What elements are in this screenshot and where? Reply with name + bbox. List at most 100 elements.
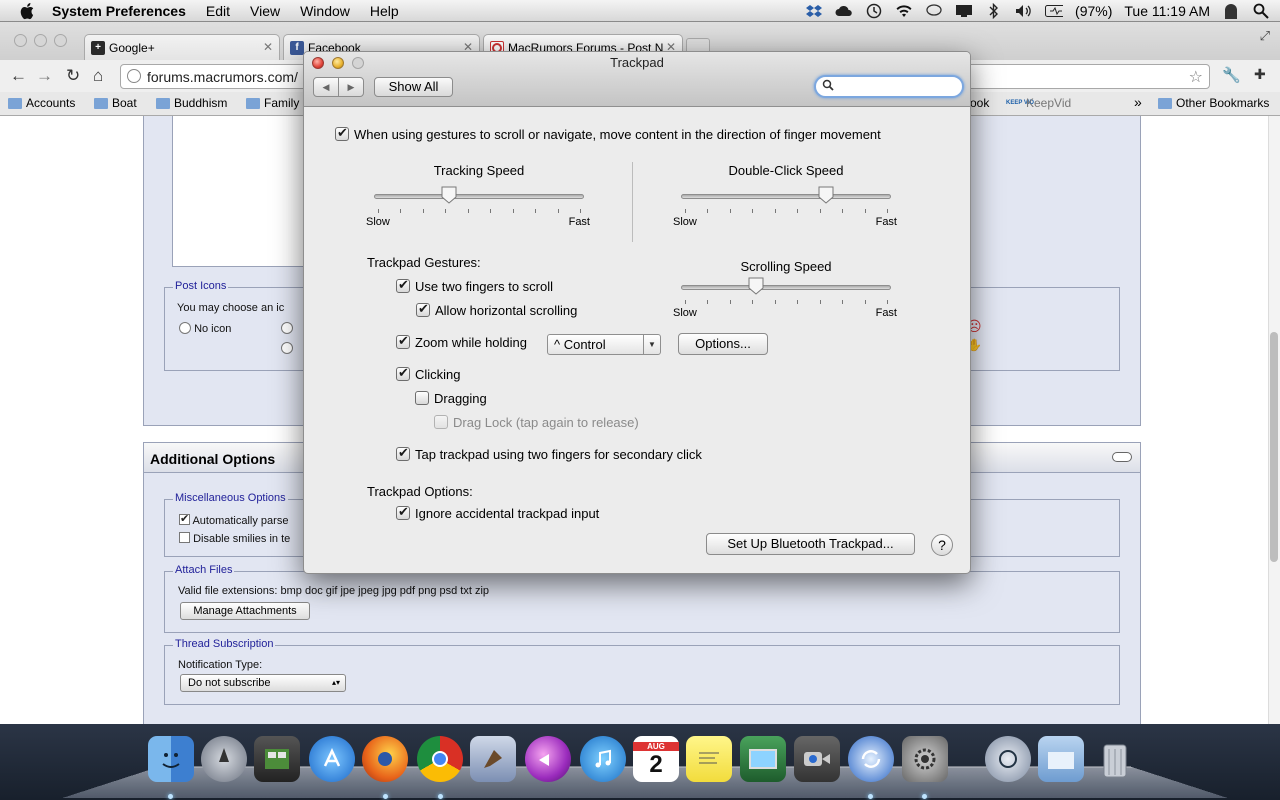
url-text[interactable]: forums.macrumors.com/ — [147, 69, 298, 85]
hootsuite-icon[interactable] — [525, 736, 571, 782]
page-menu-icon[interactable]: ✚ — [1254, 66, 1266, 83]
zoom-modifier-select[interactable]: ^ Control ▼ — [547, 334, 661, 355]
ignore-accidental-checkbox[interactable]: Ignore accidental trackpad input — [396, 504, 599, 521]
forward-icon[interactable]: → — [36, 66, 53, 86]
directory-utility-icon[interactable] — [985, 736, 1031, 782]
display-icon[interactable] — [955, 3, 973, 19]
setup-bluetooth-trackpad-button[interactable]: Set Up Bluetooth Trackpad... — [706, 533, 915, 555]
double-click-speed-slider[interactable]: Slow Fast — [673, 182, 897, 228]
forward-arrow-icon[interactable]: ▶ — [339, 78, 363, 96]
search-input[interactable] — [838, 79, 958, 95]
clock[interactable]: Tue 11:19 AM — [1124, 3, 1210, 19]
slider-knob[interactable] — [818, 186, 834, 204]
bookmarks-overflow[interactable]: » — [1134, 94, 1142, 110]
bookmark-accounts[interactable]: Accounts — [8, 96, 75, 110]
user-icon[interactable] — [1222, 3, 1240, 19]
zoom-options-button[interactable]: Options... — [678, 333, 768, 355]
reload-icon[interactable]: ↻ — [66, 66, 80, 86]
checkbox-icon[interactable] — [416, 301, 430, 317]
search-field[interactable] — [814, 75, 964, 98]
page-scrollbar[interactable] — [1268, 116, 1280, 724]
bookmark-boat[interactable]: Boat — [94, 96, 137, 110]
volume-icon[interactable] — [1015, 3, 1033, 19]
battery-icon[interactable] — [1045, 3, 1064, 19]
tracking-speed-slider[interactable]: Slow Fast — [366, 182, 590, 228]
icon-radio[interactable] — [281, 342, 293, 354]
chrome-icon[interactable] — [417, 736, 463, 782]
slider-track[interactable] — [681, 194, 891, 199]
slider-knob[interactable] — [748, 277, 764, 295]
slider-knob[interactable] — [441, 186, 457, 204]
slider-track[interactable] — [681, 285, 891, 290]
checkbox-icon[interactable] — [179, 532, 190, 543]
star-icon[interactable]: ☆ — [1189, 67, 1203, 87]
home-icon[interactable]: ⌂ — [93, 66, 103, 86]
wrench-icon[interactable]: 🔧 — [1222, 66, 1241, 84]
cloud-icon[interactable] — [835, 3, 853, 19]
expand-icon[interactable]: ⤢ — [1260, 28, 1270, 44]
back-icon[interactable]: ← — [10, 66, 27, 86]
finder-icon[interactable] — [148, 736, 194, 782]
menu-view[interactable]: View — [250, 3, 280, 19]
launchpad-icon[interactable] — [201, 736, 247, 782]
menu-app-name[interactable]: System Preferences — [52, 3, 186, 19]
zoom-holding-checkbox[interactable]: Zoom while holding — [396, 333, 527, 350]
spotlight-icon[interactable] — [1252, 3, 1270, 19]
scrolling-speed-slider[interactable]: Slow Fast — [673, 273, 897, 319]
bluetooth-icon[interactable] — [985, 3, 1003, 19]
two-finger-scroll-checkbox[interactable]: Use two fingers to scroll — [396, 277, 553, 294]
time-machine-icon[interactable] — [865, 3, 883, 19]
tab-google-plus[interactable]: + Google+ ✕ — [84, 34, 280, 60]
close-icon[interactable]: ✕ — [263, 40, 273, 54]
checkbox-icon[interactable] — [415, 391, 429, 405]
mail-stamp-icon[interactable] — [470, 736, 516, 782]
clicking-checkbox[interactable]: Clicking — [396, 365, 461, 382]
itunes-icon[interactable] — [580, 736, 626, 782]
back-forward-control[interactable]: ◀ ▶ — [313, 77, 364, 97]
collapse-icon[interactable] — [1112, 452, 1132, 462]
app-store-icon[interactable] — [309, 736, 355, 782]
menu-help[interactable]: Help — [370, 3, 399, 19]
checkbox-icon[interactable] — [396, 445, 410, 461]
chat-icon[interactable] — [925, 3, 943, 19]
facetime-icon[interactable] — [794, 736, 840, 782]
auto-parse-option[interactable]: Automatically parse — [179, 512, 288, 527]
firefox-icon[interactable] — [362, 736, 408, 782]
trash-icon[interactable] — [1092, 736, 1138, 782]
show-all-button[interactable]: Show All — [374, 77, 453, 97]
checkbox-icon[interactable] — [396, 333, 410, 349]
radio-icon[interactable] — [179, 322, 191, 334]
image-capture-icon[interactable] — [740, 736, 786, 782]
drag-lock-checkbox[interactable]: Drag Lock (tap again to release) — [434, 415, 639, 430]
bookmark-keepvid[interactable]: KEEP VID KeepVid — [1006, 96, 1071, 110]
dragging-checkbox[interactable]: Dragging — [415, 391, 487, 406]
browser-close-button[interactable] — [14, 34, 27, 47]
checkbox-icon[interactable] — [335, 125, 349, 141]
disable-smilies-option[interactable]: Disable smilies in te — [179, 532, 290, 545]
checkbox-icon[interactable] — [396, 504, 410, 520]
bookmark-buddhism[interactable]: Buddhism — [156, 96, 227, 110]
apple-menu-icon[interactable] — [18, 1, 38, 21]
manage-attachments-button[interactable]: Manage Attachments — [180, 602, 310, 620]
back-arrow-icon[interactable]: ◀ — [314, 78, 339, 96]
menu-edit[interactable]: Edit — [206, 3, 230, 19]
no-icon-option[interactable]: No icon — [179, 322, 231, 335]
system-preferences-icon[interactable] — [902, 736, 948, 782]
natural-scroll-checkbox[interactable]: When using gestures to scroll or navigat… — [335, 125, 881, 142]
checkbox-icon[interactable] — [396, 277, 410, 293]
documents-folder-icon[interactable] — [1038, 736, 1084, 782]
bookmark-other[interactable]: Other Bookmarks — [1158, 96, 1269, 110]
horizontal-scroll-checkbox[interactable]: Allow horizontal scrolling — [416, 301, 577, 318]
checkbox-icon[interactable] — [179, 512, 190, 525]
battery-percent[interactable]: (97%) — [1075, 3, 1112, 19]
help-button[interactable]: ? — [931, 534, 953, 556]
photo-booth-icon[interactable] — [254, 736, 300, 782]
dropbox-icon[interactable] — [805, 3, 823, 19]
scroll-thumb[interactable] — [1270, 332, 1278, 562]
sync-icon[interactable] — [848, 736, 894, 782]
calendar-icon[interactable]: AUG 2 — [633, 736, 679, 782]
slider-track[interactable] — [374, 194, 584, 199]
browser-minimize-button[interactable] — [34, 34, 47, 47]
checkbox-icon[interactable] — [396, 365, 410, 381]
menu-window[interactable]: Window — [300, 3, 350, 19]
